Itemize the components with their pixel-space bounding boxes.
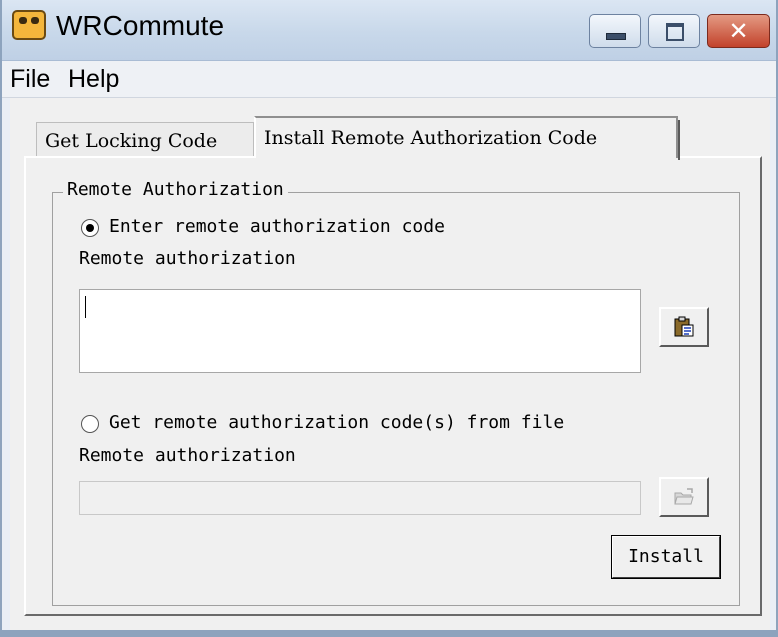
close-icon: ✕ (728, 17, 749, 45)
group-title: Remote Authorization (63, 179, 288, 200)
window-title: WRCommute (56, 10, 225, 41)
minimize-icon (606, 33, 626, 40)
title-bar[interactable]: WRCommute ✕ (2, 0, 776, 61)
remote-authorization-label: Remote authorization (79, 248, 296, 269)
wrcommute-window: WRCommute ✕ File Help Get Locking Code R… (0, 0, 778, 637)
text-caret (85, 296, 86, 318)
dialog-client-area: Get Locking Code Remote Authorization En… (10, 98, 770, 630)
open-folder-icon (674, 488, 694, 505)
tab-get-locking-code[interactable]: Get Locking Code (36, 122, 254, 160)
browse-file-button[interactable] (659, 477, 709, 517)
window-bottom-border (2, 630, 778, 637)
tab-install-remote-authorization-code[interactable]: Install Remote Authorization Code (254, 116, 680, 160)
file-authorization-label: Remote authorization (79, 445, 296, 466)
radio-enter-code[interactable] (81, 219, 99, 237)
radio-from-file-label[interactable]: Get remote authorization code(s) from fi… (109, 412, 564, 433)
menu-file[interactable]: File (10, 65, 50, 94)
radio-enter-code-label[interactable]: Enter remote authorization code (109, 216, 445, 237)
app-icon (12, 10, 46, 40)
install-button[interactable]: Install (611, 535, 721, 579)
file-path-input[interactable] (79, 481, 641, 515)
menu-bar: File Help (2, 61, 776, 98)
maximize-button[interactable] (648, 14, 700, 48)
paste-button[interactable] (659, 307, 709, 347)
close-button[interactable]: ✕ (707, 14, 770, 48)
minimize-button[interactable] (589, 14, 641, 48)
remote-authorization-textarea[interactable] (79, 289, 641, 373)
radio-from-file[interactable] (81, 415, 99, 433)
remote-authorization-group: Remote Authorization Enter remote author… (52, 179, 740, 606)
tab-panel: Remote Authorization Enter remote author… (24, 156, 762, 616)
paste-icon (674, 316, 694, 337)
maximize-icon (666, 23, 684, 41)
menu-help[interactable]: Help (68, 65, 119, 94)
